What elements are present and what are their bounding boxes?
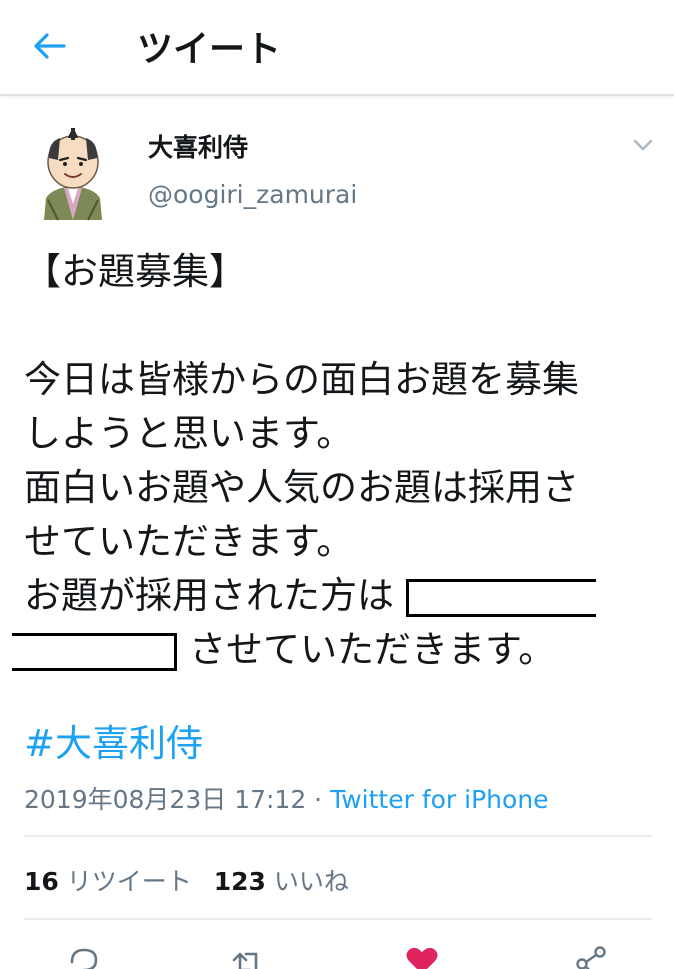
- tweet-line: しようと思います。: [24, 412, 354, 455]
- retweet-count: 16: [24, 867, 59, 896]
- like-icon: [406, 947, 438, 969]
- back-button[interactable]: [24, 24, 74, 68]
- tweet-line-with-redaction: お題が採用された方は: [24, 569, 664, 623]
- reply-button[interactable]: [66, 944, 102, 969]
- action-bar: [0, 938, 674, 969]
- like-button[interactable]: [404, 944, 440, 969]
- tweet-line-text: させていただきます。: [189, 628, 556, 671]
- author-handle[interactable]: @oogiri_zamurai: [148, 180, 357, 209]
- chevron-down-icon: [633, 139, 653, 151]
- like-count-link[interactable]: 123 いいね: [214, 867, 349, 896]
- tweet-line: 今日は皆様からの面白お題を募集: [24, 358, 579, 401]
- retweet-label: リツイート: [66, 867, 192, 896]
- arrow-left-icon: [34, 33, 66, 59]
- author-name[interactable]: 大喜利侍: [148, 128, 248, 164]
- share-icon: [576, 946, 606, 969]
- tweet-line: せていただきます。: [24, 520, 354, 563]
- source-link[interactable]: Twitter for iPhone: [330, 785, 548, 814]
- page-title: ツイート: [137, 29, 282, 70]
- divider: [24, 918, 652, 920]
- tweet-line: 面白いお題や人気のお題は採用さ: [24, 466, 579, 509]
- retweet-count-link[interactable]: 16 リツイート: [24, 867, 192, 896]
- retweet-icon: [232, 952, 258, 969]
- redaction-box: [406, 578, 596, 617]
- tweet-line: 【お題募集】: [24, 250, 246, 293]
- samurai-avatar-icon: [44, 128, 102, 221]
- engagement-stats: 16 リツイート 123 いいね: [24, 862, 349, 898]
- tweet-line-text: お題が採用された方は: [24, 574, 394, 617]
- redaction-box: [12, 632, 177, 671]
- more-options-button[interactable]: [630, 134, 656, 156]
- like-count: 123: [213, 867, 266, 896]
- retweet-button[interactable]: [230, 944, 266, 969]
- avatar[interactable]: [38, 120, 108, 222]
- tweet-meta: 2019年08月23日 17:12 · Twitter for iPhone: [24, 780, 549, 816]
- share-button[interactable]: [572, 944, 608, 969]
- reply-icon: [70, 948, 98, 969]
- tweet-line-with-redaction: させていただきます。: [12, 623, 664, 677]
- like-label: いいね: [273, 867, 349, 896]
- timestamp: 2019年08月23日 17:12 ·: [24, 785, 331, 814]
- top-app-bar: ツイート: [0, 0, 674, 96]
- divider: [24, 835, 652, 837]
- tweet-text: 【お題募集】 今日は皆様からの面白お題を募集 しようと思います。 面白いお題や人…: [12, 245, 664, 677]
- hashtag-link[interactable]: #大喜利侍: [24, 713, 203, 767]
